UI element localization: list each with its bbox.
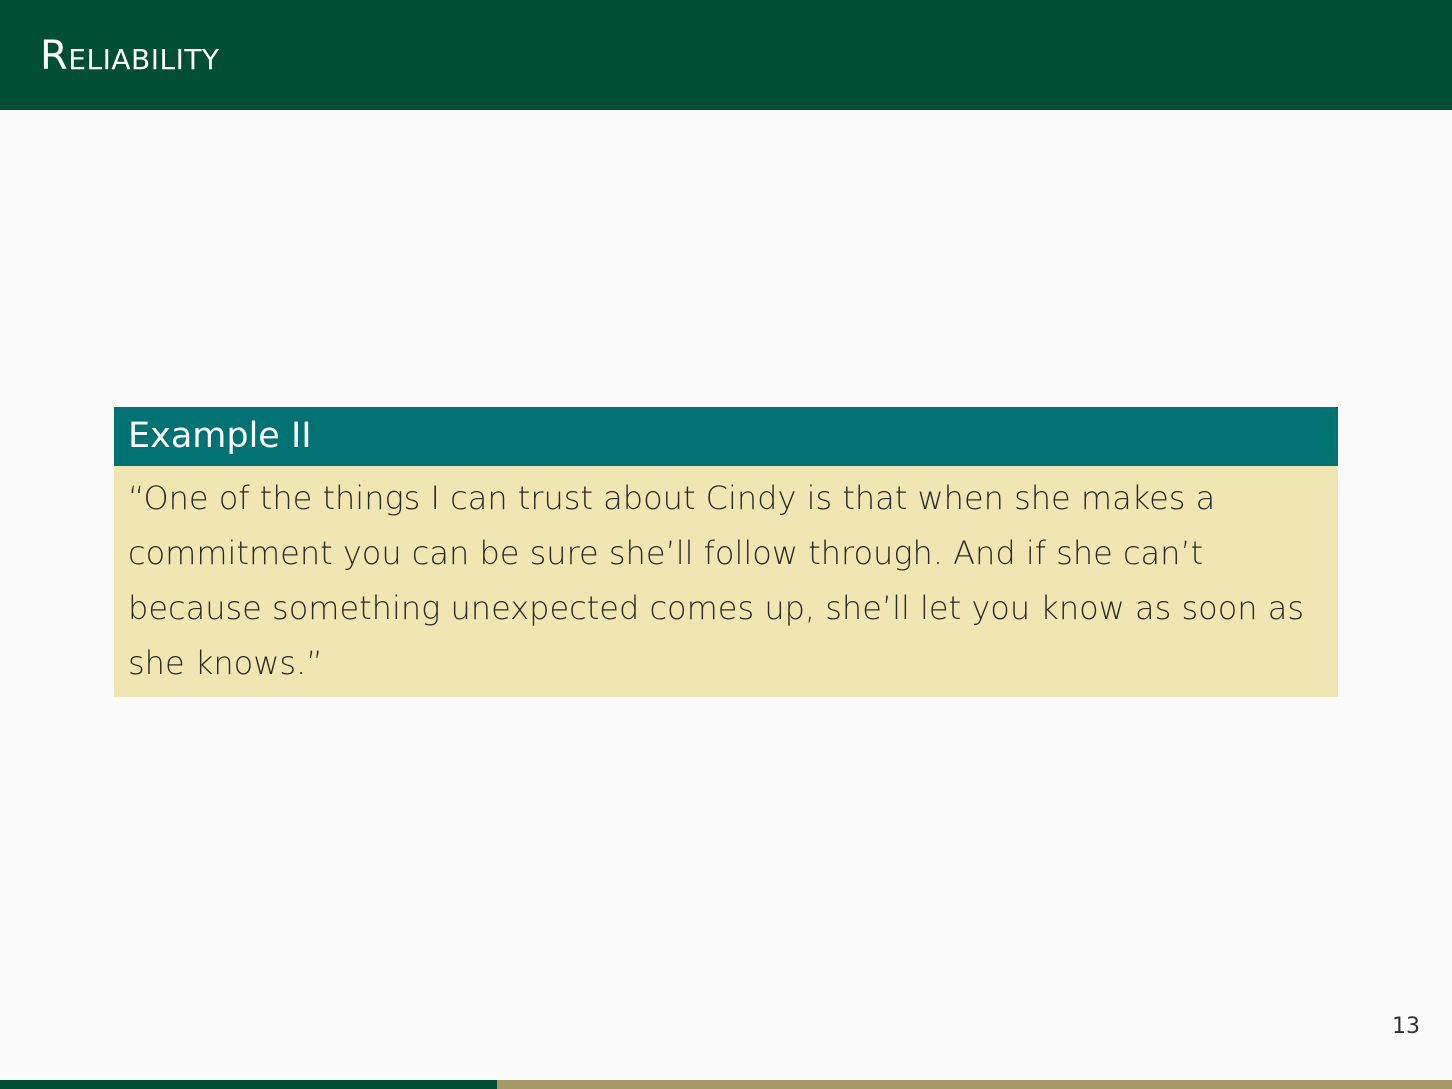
progress-bar [0,1080,1452,1089]
example-block: Example II “One of the things I can trus… [114,407,1338,697]
slide: Reliability Example II “One of the thing… [0,0,1452,1089]
slide-title: Reliability [40,33,220,79]
example-block-body: “One of the things I can trust about Cin… [114,466,1338,697]
header-bar: Reliability [0,0,1452,110]
example-block-title: Example II [114,407,1338,466]
progress-bar-fill [0,1080,497,1089]
page-number: 13 [1392,1014,1420,1039]
